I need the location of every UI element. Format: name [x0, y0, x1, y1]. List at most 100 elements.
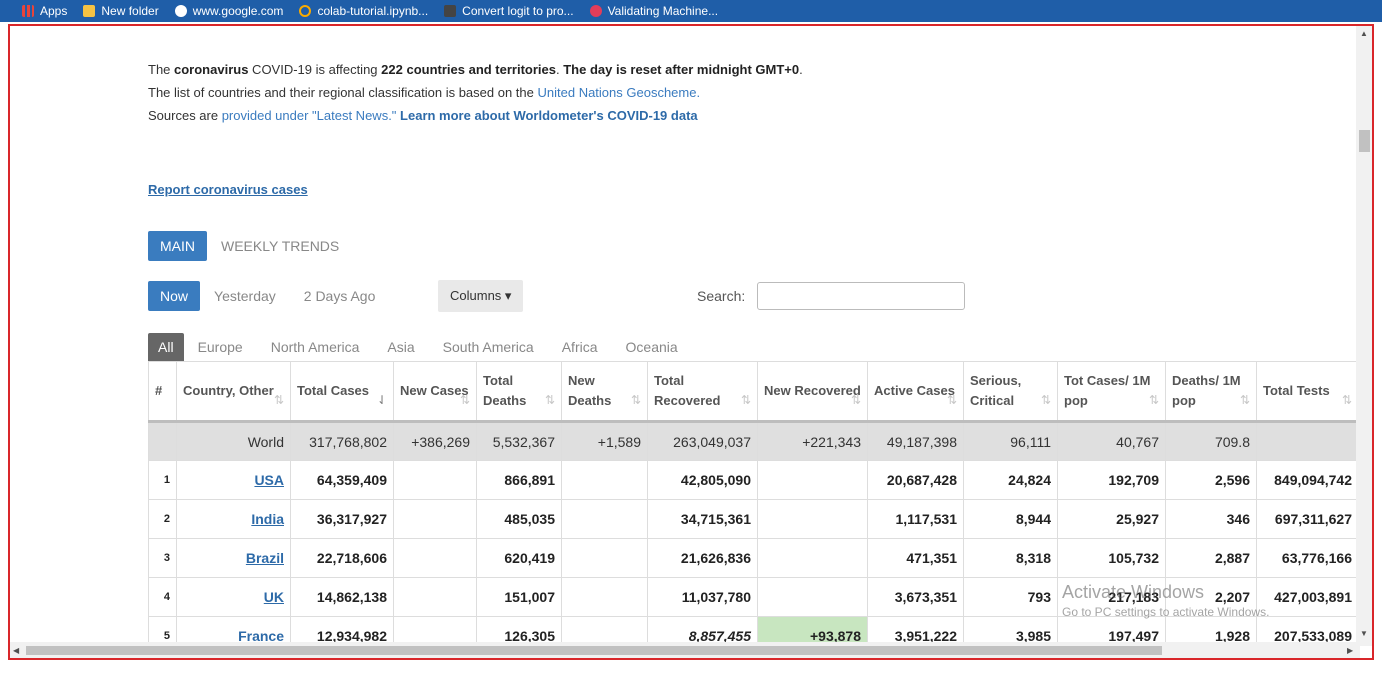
table-cell	[757, 538, 868, 578]
header-active-cases[interactable]: Active Cases ⇅	[867, 361, 964, 422]
table-cell: 2,887	[1165, 538, 1257, 578]
scroll-down-arrow-icon[interactable]: ▼	[1360, 629, 1368, 638]
table-cell: 620,419	[476, 538, 562, 578]
table-cell: USA	[176, 460, 291, 500]
header-rank[interactable]: #	[148, 361, 177, 422]
day-tabs: Now Yesterday 2 Days Ago	[148, 281, 389, 311]
sort-icon: ⇅	[630, 393, 641, 407]
bookmark-new-folder[interactable]: New folder	[83, 4, 159, 18]
table-row: 2 India 36,317,927 485,035 34,715,361 1,…	[148, 499, 1359, 539]
table-cell: 63,776,166	[1256, 538, 1359, 578]
header-total-deaths[interactable]: Total Deaths ⇅	[476, 361, 562, 422]
header-label: New Cases	[400, 383, 469, 398]
latest-news-link[interactable]: provided under "Latest News."	[222, 108, 397, 123]
sort-icon: ⇅	[459, 393, 470, 407]
search-input[interactable]	[757, 282, 965, 310]
report-cases-link[interactable]: Report coronavirus cases	[148, 182, 308, 197]
table-cell: 3	[148, 538, 177, 578]
bookmark-colab[interactable]: colab-tutorial.ipynb...	[299, 4, 428, 18]
header-new-deaths[interactable]: New Deaths ⇅	[561, 361, 648, 422]
table-cell: 471,351	[867, 538, 964, 578]
table-cell	[393, 577, 477, 617]
country-link-brazil[interactable]: Brazil	[246, 550, 284, 566]
watermark-title: Activate Windows	[1062, 582, 1205, 602]
bookmark-convert-logit[interactable]: Convert logit to pro...	[444, 4, 574, 18]
table-cell: 3,673,351	[867, 577, 964, 617]
header-label: Total Tests	[1263, 383, 1330, 398]
header-country[interactable]: Country, Other ⇅	[176, 361, 291, 422]
header-deaths-per-million[interactable]: Deaths/ 1M pop ⇅	[1165, 361, 1257, 422]
scroll-right-arrow-icon[interactable]: ▶	[1347, 646, 1353, 655]
header-new-cases[interactable]: New Cases ⇅	[393, 361, 477, 422]
table-cell: 866,891	[476, 460, 562, 500]
header-total-cases[interactable]: Total Cases ⇃	[290, 361, 394, 422]
table-cell: +1,589	[561, 420, 648, 461]
table-cell: 2,596	[1165, 460, 1257, 500]
table-cell: UK	[176, 577, 291, 617]
header-label: New Deaths	[568, 373, 612, 408]
taskbar-strip	[0, 660, 1382, 685]
tab-main[interactable]: MAIN	[148, 231, 207, 261]
tab-2-days-ago[interactable]: 2 Days Ago	[290, 288, 390, 304]
bookmark-label: New folder	[101, 4, 159, 18]
header-total-recovered[interactable]: Total Recovered ⇅	[647, 361, 758, 422]
header-label: Tot Cases/ 1M pop	[1064, 373, 1151, 408]
tab-now[interactable]: Now	[148, 281, 201, 311]
header-serious-critical[interactable]: Serious, Critical ⇅	[963, 361, 1058, 422]
tab-region-europe[interactable]: Europe	[184, 333, 257, 361]
vertical-scrollbar[interactable]: ▲ ▼	[1356, 26, 1372, 646]
bookmark-apps[interactable]: Apps	[22, 4, 67, 18]
header-tot-cases-per-million[interactable]: Tot Cases/ 1M pop ⇅	[1057, 361, 1166, 422]
bookmark-validating-machine[interactable]: Validating Machine...	[589, 4, 718, 18]
table-cell: 34,715,361	[647, 499, 758, 539]
horizontal-scroll-thumb[interactable]	[26, 646, 1162, 655]
intro-paragraph: The coronavirus COVID-19 is affecting 22…	[148, 58, 828, 127]
tab-region-africa[interactable]: Africa	[548, 333, 612, 361]
table-cell: 20,687,428	[867, 460, 964, 500]
tab-region-south-america[interactable]: South America	[429, 333, 548, 361]
table-cell	[561, 538, 648, 578]
table-cell	[148, 420, 177, 461]
country-link-usa[interactable]: USA	[254, 472, 284, 488]
scroll-left-arrow-icon[interactable]: ◀	[13, 646, 19, 655]
tab-region-all[interactable]: All	[148, 333, 184, 361]
header-total-tests[interactable]: Total Tests ⇅	[1256, 361, 1359, 422]
table-cell: World	[176, 420, 291, 461]
table-cell: 793	[963, 577, 1058, 617]
un-geoscheme-link[interactable]: United Nations Geoscheme.	[538, 85, 701, 100]
country-link-uk[interactable]: UK	[264, 589, 284, 605]
vertical-scroll-thumb[interactable]	[1359, 130, 1370, 152]
table-cell: 151,007	[476, 577, 562, 617]
bookmark-google[interactable]: www.google.com	[174, 4, 283, 18]
tab-weekly-trends[interactable]: WEEKLY TRENDS	[207, 238, 353, 254]
table-cell: 192,709	[1057, 460, 1166, 500]
country-link-india[interactable]: India	[251, 511, 284, 527]
table-cell	[393, 460, 477, 500]
sort-icon: ⇅	[946, 393, 957, 407]
sort-desc-icon: ⇃	[376, 393, 387, 407]
header-label: Country, Other	[183, 383, 274, 398]
tab-region-asia[interactable]: Asia	[373, 333, 428, 361]
table-cell: 849,094,742	[1256, 460, 1359, 500]
tab-yesterday[interactable]: Yesterday	[200, 288, 290, 304]
header-new-recovered[interactable]: New Recovered ⇅	[757, 361, 868, 422]
table-cell: 96,111	[963, 420, 1058, 461]
header-label: Active Cases	[874, 383, 955, 398]
bookmark-label: colab-tutorial.ipynb...	[317, 4, 429, 18]
sort-icon: ⇅	[544, 393, 555, 407]
table-cell	[393, 538, 477, 578]
table-cell: 40,767	[1057, 420, 1166, 461]
columns-dropdown-button[interactable]: Columns ▾	[438, 280, 524, 312]
learn-more-link[interactable]: Learn more about Worldometer's COVID-19 …	[400, 108, 698, 123]
google-icon	[174, 5, 187, 17]
table-cell	[757, 499, 868, 539]
table-row: 1 USA 64,359,409 866,891 42,805,090 20,6…	[148, 460, 1359, 500]
table-cell	[561, 577, 648, 617]
horizontal-scrollbar[interactable]: ◀ ▶	[10, 642, 1360, 658]
scroll-up-arrow-icon[interactable]: ▲	[1360, 29, 1368, 38]
main-tabs: MAIN WEEKLY TRENDS	[148, 231, 353, 261]
tab-region-oceania[interactable]: Oceania	[612, 333, 692, 361]
table-cell: 21,626,836	[647, 538, 758, 578]
table-cell: 263,049,037	[647, 420, 758, 461]
tab-region-north-america[interactable]: North America	[257, 333, 374, 361]
